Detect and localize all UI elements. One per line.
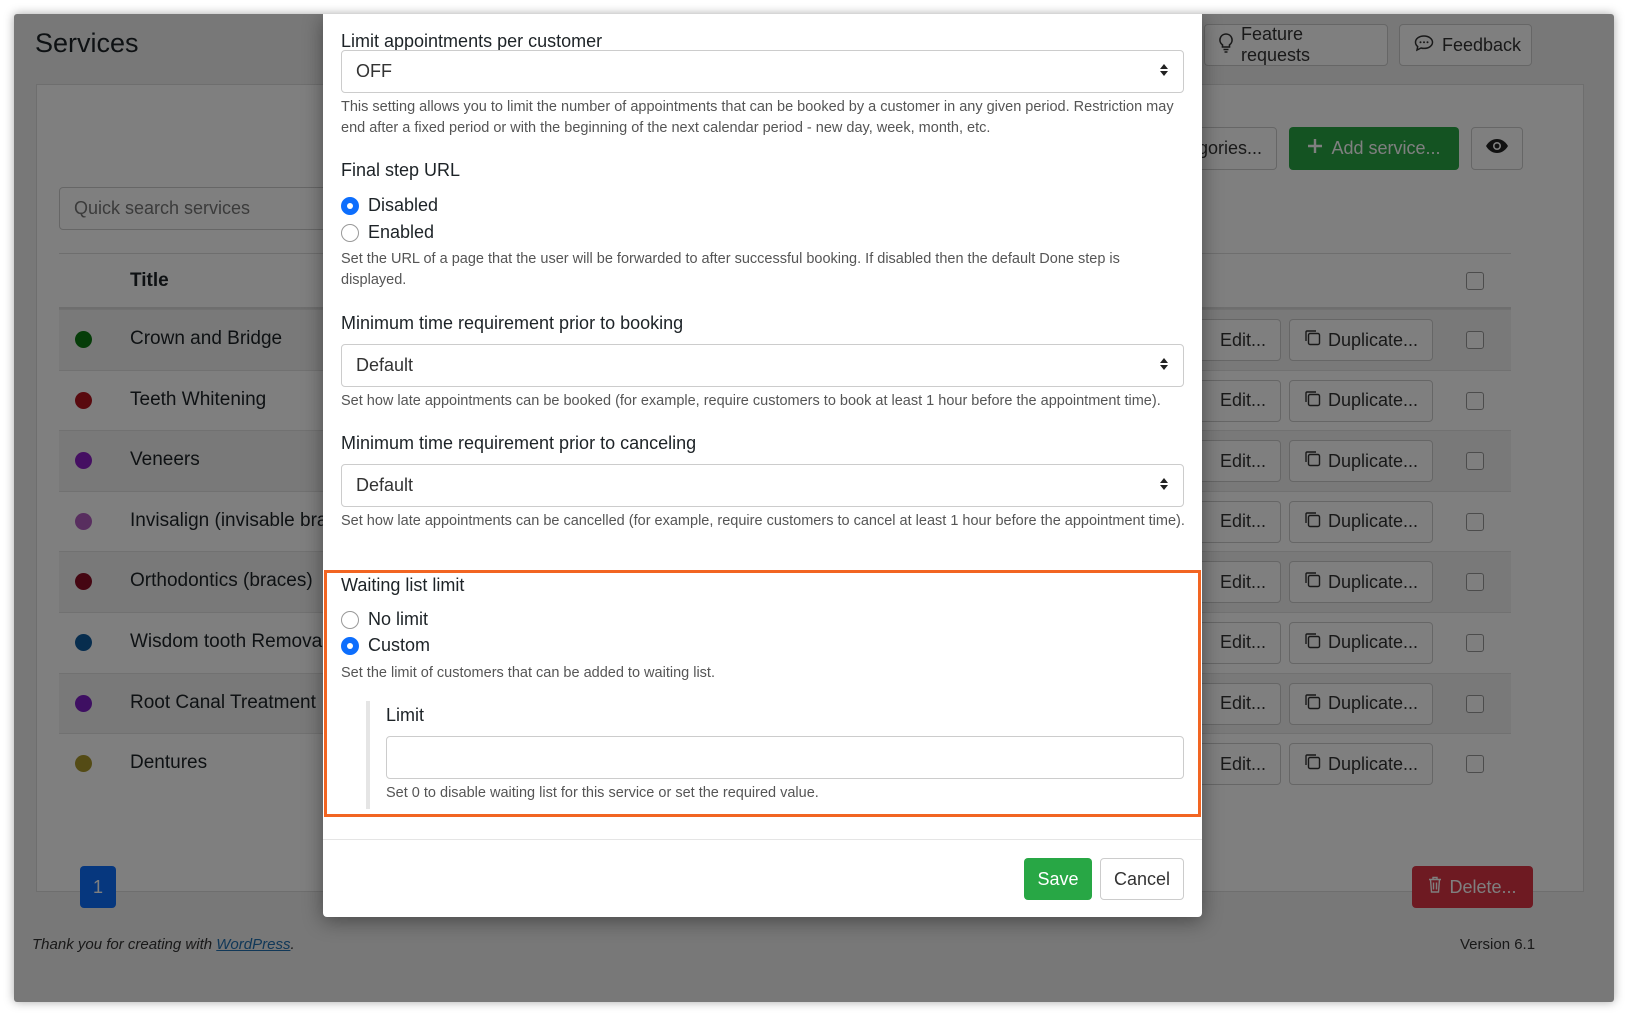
modal-footer-divider <box>323 839 1202 840</box>
min-booking-value: Default <box>356 355 414 375</box>
radio-checked-icon <box>341 636 359 655</box>
min-cancel-label: Minimum time requirement prior to cancel… <box>341 433 697 453</box>
min-cancel-help: Set how late appointments can be cancell… <box>341 513 1185 529</box>
waiting-custom-label: Custom <box>368 635 431 655</box>
app-window: Services Feature requests Feedback gorie… <box>14 14 1614 1002</box>
final-step-disabled-label: Disabled <box>368 195 439 215</box>
radio-unchecked-icon <box>341 610 359 629</box>
min-booking-select[interactable]: Default <box>341 344 1184 387</box>
limit-appointments-value: OFF <box>356 61 392 81</box>
final-step-enabled-radio[interactable]: Enabled <box>341 222 434 243</box>
waiting-list-label: Waiting list limit <box>341 575 465 595</box>
select-arrows-icon <box>1159 475 1169 496</box>
waiting-list-help: Set the limit of customers that can be a… <box>341 665 715 681</box>
limit-help: Set 0 to disable waiting list for this s… <box>386 785 819 801</box>
limit-appointments-label: Limit appointments per customer <box>341 31 603 51</box>
radio-checked-icon <box>341 196 359 215</box>
min-booking-label: Minimum time requirement prior to bookin… <box>341 313 684 333</box>
final-step-url-label: Final step URL <box>341 160 461 180</box>
limit-label: Limit <box>386 705 425 725</box>
waiting-custom-radio[interactable]: Custom <box>341 635 430 656</box>
final-step-disabled-radio[interactable]: Disabled <box>341 195 438 216</box>
save-button[interactable]: Save <box>1024 858 1092 900</box>
waiting-no-limit-radio[interactable]: No limit <box>341 609 428 630</box>
waiting-no-limit-label: No limit <box>368 609 429 629</box>
waiting-list-highlight <box>324 570 1201 817</box>
radio-unchecked-icon <box>341 223 359 242</box>
min-cancel-value: Default <box>356 475 414 495</box>
limit-appointments-select[interactable]: OFF <box>341 50 1184 93</box>
limit-input[interactable] <box>386 736 1184 779</box>
cancel-button[interactable]: Cancel <box>1100 858 1184 900</box>
select-arrows-icon <box>1159 355 1169 376</box>
min-cancel-select[interactable]: Default <box>341 464 1184 507</box>
final-step-help: Set the URL of a page that the user will… <box>341 251 1120 288</box>
final-step-enabled-label: Enabled <box>368 222 435 242</box>
select-arrows-icon <box>1159 61 1169 82</box>
min-booking-help: Set how late appointments can be booked … <box>341 393 1161 409</box>
limit-appointments-help: This setting allows you to limit the num… <box>341 99 1174 136</box>
nested-indent-bar <box>366 701 370 809</box>
service-settings-modal: Limit appointments per customer OFF This… <box>323 14 1202 917</box>
